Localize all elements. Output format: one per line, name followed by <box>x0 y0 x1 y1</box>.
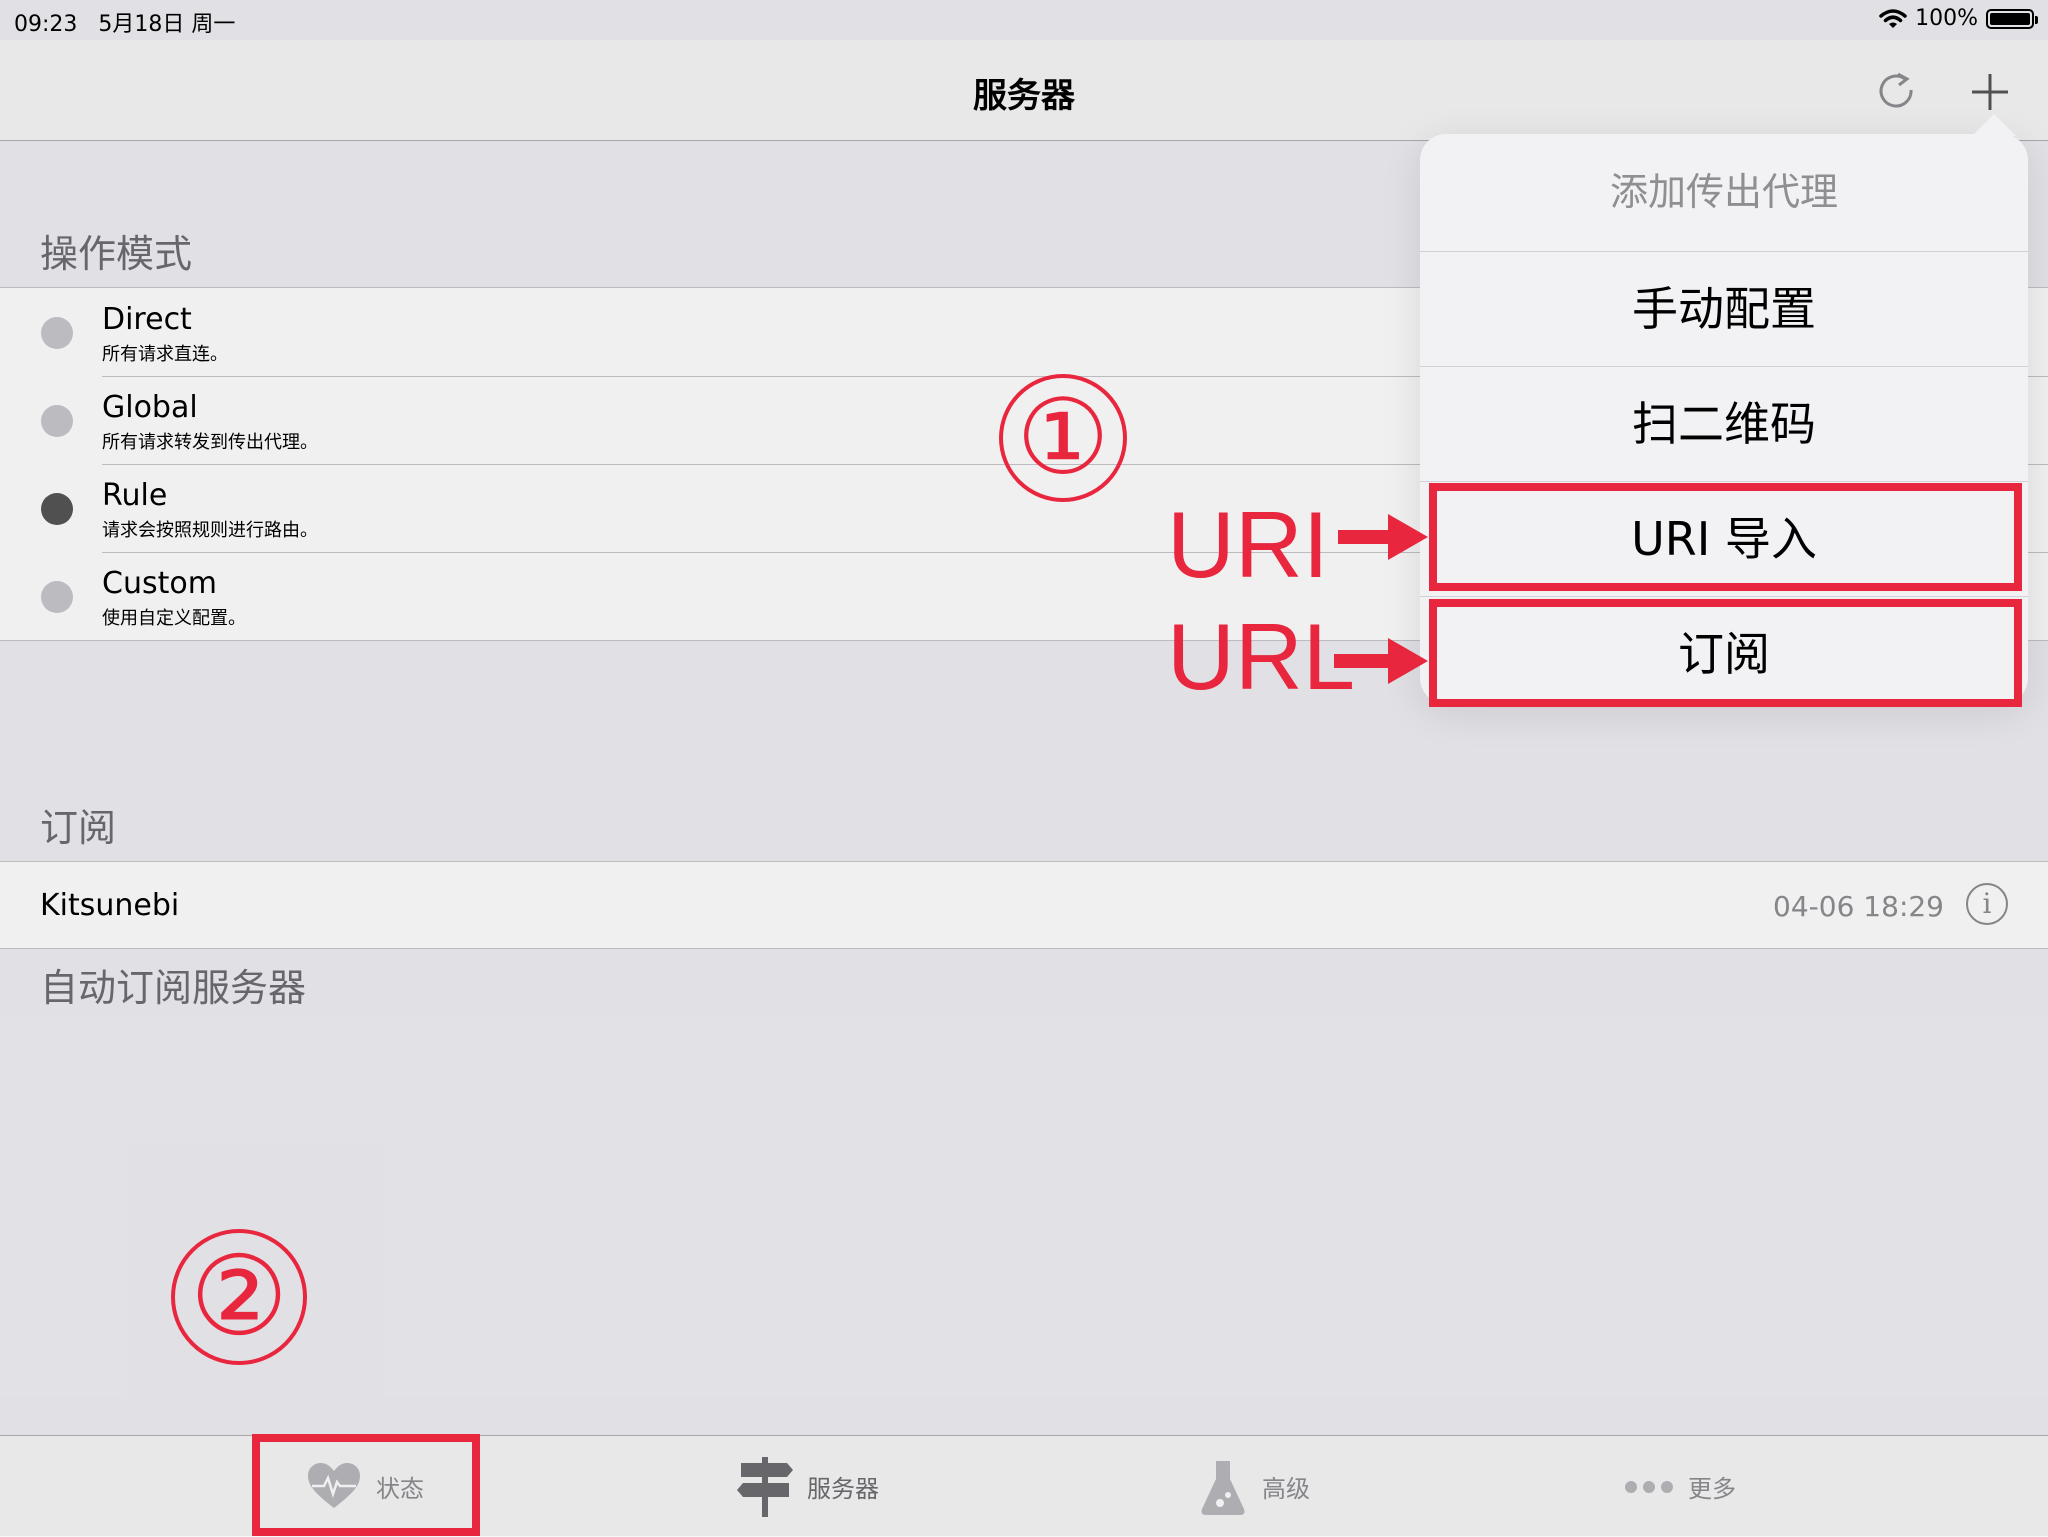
battery-fill <box>1990 12 2030 25</box>
url-annotation-label: URL <box>1167 604 1356 709</box>
mode-subtitle: 使用自定义配置。 <box>102 608 246 629</box>
battery-icon <box>1986 8 2038 29</box>
mode-title: Global <box>102 390 198 425</box>
navigation-bar: 服务器 <box>0 40 2048 141</box>
signpost-icon <box>737 1456 793 1517</box>
manual-config-option[interactable]: 手动配置 <box>1420 252 2028 367</box>
subscription-name: Kitsunebi <box>40 888 180 923</box>
more-dots-icon <box>1625 1480 1673 1493</box>
info-icon[interactable]: i <box>1966 883 2008 925</box>
tab-label: 更多 <box>1688 1475 1736 1503</box>
annotation-circle-2: ② <box>171 1229 307 1365</box>
mode-subtitle: 所有请求直连。 <box>102 344 228 365</box>
tab-servers[interactable]: 服务器 <box>737 1436 879 1537</box>
status-bar: 09:23 5月18日 周一 100% <box>0 0 2048 40</box>
subscription-list: Kitsunebi 04-06 18:29 i <box>0 861 2048 949</box>
radio-indicator <box>41 317 73 349</box>
tab-label: 高级 <box>1262 1475 1310 1503</box>
status-time: 09:23 <box>14 12 78 37</box>
status-date: 5月18日 周一 <box>98 12 236 37</box>
url-arrow-icon <box>1334 638 1428 684</box>
popover-title: 添加传出代理 <box>1420 134 2028 252</box>
annotation-circle-1: ① <box>999 374 1127 502</box>
radio-indicator <box>41 581 73 613</box>
wifi-icon <box>1879 8 1907 28</box>
tab-advanced[interactable]: 高级 <box>1198 1436 1310 1537</box>
battery-percent: 100% <box>1915 6 1978 31</box>
radio-indicator <box>41 493 73 525</box>
mode-subtitle: 所有请求转发到传出代理。 <box>102 432 318 453</box>
refresh-icon[interactable] <box>1872 68 1920 116</box>
radio-indicator <box>41 405 73 437</box>
uri-import-highlight <box>1429 483 2022 591</box>
status-tab-highlight <box>252 1434 480 1536</box>
tab-more[interactable]: 更多 <box>1624 1436 1736 1537</box>
mode-title: Rule <box>102 478 168 513</box>
uri-annotation-label: URI <box>1167 492 1329 597</box>
mode-subtitle: 请求会按照规则进行路由。 <box>102 520 318 541</box>
status-time-date: 09:23 5月18日 周一 <box>14 6 235 38</box>
subscription-time: 04-06 18:29 <box>1773 890 1944 923</box>
subscribe-highlight <box>1429 599 2022 707</box>
uri-arrow-icon <box>1338 514 1428 560</box>
status-right: 100% <box>1879 6 2038 31</box>
plus-icon[interactable] <box>1966 68 2014 116</box>
mode-title: Custom <box>102 566 217 601</box>
tab-label: 服务器 <box>807 1475 879 1503</box>
page-title: 服务器 <box>973 76 1075 116</box>
flask-icon <box>1201 1460 1245 1515</box>
subscription-row[interactable]: Kitsunebi 04-06 18:29 i <box>0 862 2048 948</box>
mode-section-header: 操作模式 <box>40 232 193 276</box>
subscription-section-header: 订阅 <box>40 806 117 850</box>
subscription-footer: 自动订阅服务器 <box>40 966 307 1010</box>
scan-qr-option[interactable]: 扫二维码 <box>1420 367 2028 482</box>
mode-title: Direct <box>102 302 192 337</box>
